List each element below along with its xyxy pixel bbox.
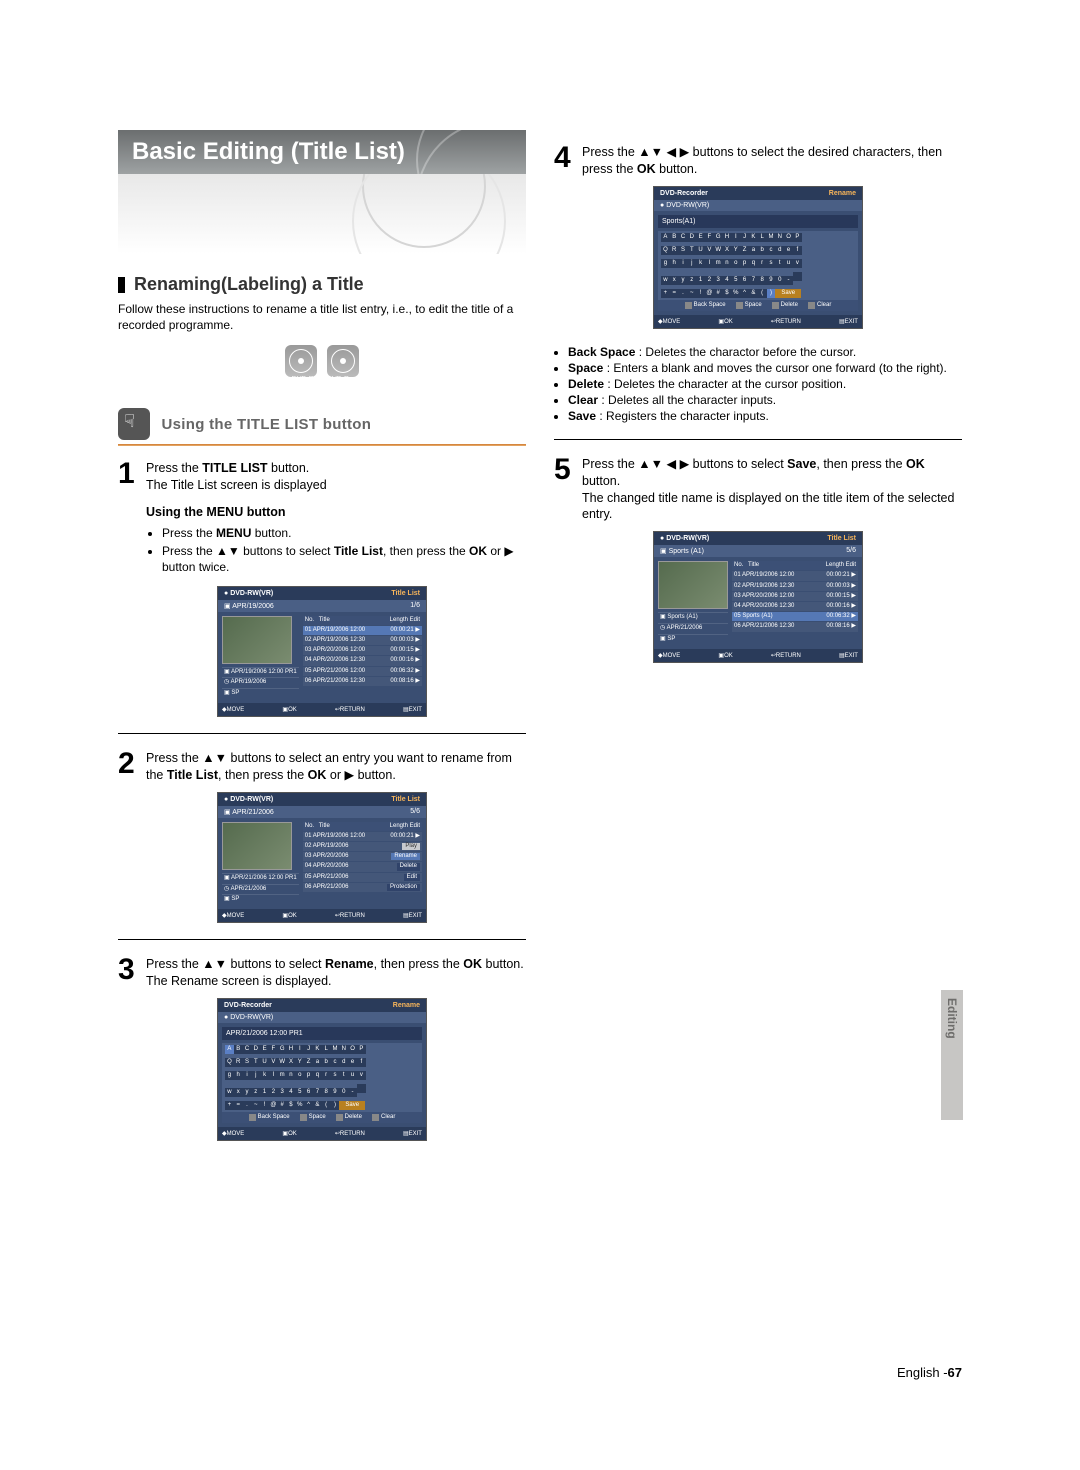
key-function-list: Back Space : Deletes the charactor befor… [554,345,962,423]
step-4-body: Press the ▲▼ ◀ ▶ buttons to select the d… [582,144,962,178]
title-decorative-swirl [118,174,526,254]
step-2-body: Press the ▲▼ buttons to select an entry … [146,750,526,784]
method-title: Using the TITLE LIST button [161,416,371,433]
osd-titlelist-1: ● DVD-RW(VR)Title List ▣ APR/19/20061/6 … [217,586,427,717]
osd-rename-keyboard-2: DVD-RecorderRename ● DVD-RW(VR) Sports(A… [653,186,863,329]
section-heading-text: Renaming(Labeling) a Title [134,274,364,294]
disc-type-icons: DVD-RWDVD-R [118,345,526,394]
main-title-text: Basic Editing (Title List) [132,138,405,165]
dvd-rw-icon [285,345,317,377]
step-number-5: 5 [554,456,574,524]
step-3-body: Press the ▲▼ buttons to select Rename, t… [146,956,526,990]
hand-icon [118,408,150,440]
osd-titlelist-result: ● DVD-RW(VR)Title List ▣ Sports (A1)5/6 … [653,531,863,662]
step-number-3: 3 [118,956,138,990]
step-number-1: 1 [118,460,138,577]
step-number-2: 2 [118,750,138,784]
step-5-body: Press the ▲▼ ◀ ▶ buttons to select Save,… [582,456,962,524]
section-intro: Follow these instructions to rename a ti… [118,301,526,333]
step-1-body: Press the TITLE LIST button. The Title L… [146,460,526,577]
page-main-title: Basic Editing (Title List) [118,130,526,174]
dvd-r-icon [327,345,359,377]
side-chapter-tab: Editing [941,990,963,1120]
section-heading: Renaming(Labeling) a Title [118,274,526,295]
page-footer: English -67 [897,1365,962,1380]
method-header: Using the TITLE LIST button [118,408,526,446]
step-number-4: 4 [554,144,574,178]
osd-rename-keyboard-1: DVD-RecorderRename ● DVD-RW(VR) APR/21/2… [217,998,427,1141]
osd-titlelist-contextmenu: ● DVD-RW(VR)Title List ▣ APR/21/20065/6 … [217,792,427,923]
